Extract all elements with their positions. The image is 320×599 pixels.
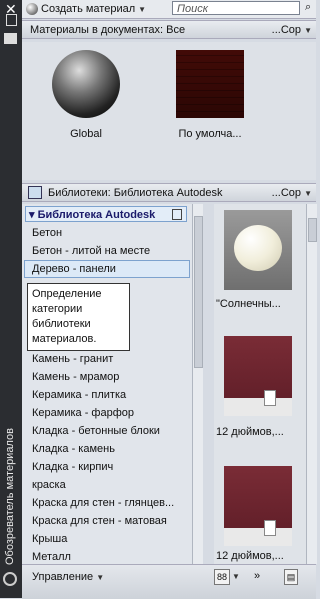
library-previews: "Солнечны... 12 дюймов,... 12 дюймов,... [214, 204, 306, 564]
manage-button[interactable]: Управление ▼ [32, 571, 104, 583]
panel-toggle-icon[interactable]: ▤ [284, 569, 298, 585]
sort-dropdown[interactable]: ...Сор ▼ [272, 24, 312, 36]
material-browser: Создать материал ▼ Поиск ⌕ Материалы в д… [22, 0, 317, 599]
material-preview[interactable] [224, 336, 292, 416]
swatch-label: По умолча... [178, 128, 242, 140]
floor-icon [224, 528, 292, 546]
category-item[interactable]: Краска для стен - матовая [32, 512, 167, 530]
material-swatch[interactable]: Global [40, 50, 132, 140]
brick-icon [176, 50, 244, 118]
preview-scrollbar[interactable] [306, 204, 317, 564]
documents-header-label: Материалы в документах: Все [30, 23, 186, 36]
preview-label: 12 дюймов,... [216, 426, 284, 438]
sort-dropdown[interactable]: ...Сор ▼ [272, 187, 312, 199]
category-item[interactable]: Бетон [32, 224, 62, 242]
scrollbar-thumb[interactable] [308, 218, 317, 242]
category-item[interactable]: Кладка - кирпич [32, 458, 113, 476]
more-button[interactable]: » [254, 570, 260, 582]
category-item[interactable]: Камень - мрамор [32, 368, 119, 386]
manage-label: Управление [32, 571, 94, 583]
documents-header[interactable]: Материалы в документах: Все ...Сор ▼ [22, 20, 316, 39]
grid-icon[interactable]: 88 [214, 569, 230, 585]
create-material-label: Создать материал [41, 3, 136, 15]
materials-icon [3, 572, 17, 586]
library-root-label: Библиотека Autodesk [37, 209, 156, 221]
chevron-down-icon[interactable]: ▼ [232, 572, 240, 581]
create-material-button[interactable]: Создать материал ▼ [26, 1, 146, 17]
lock-icon [172, 209, 182, 220]
libraries-header[interactable]: Библиотеки: Библиотека Autodesk ...Сор ▼ [22, 183, 316, 202]
category-item[interactable]: Керамика - фарфор [32, 404, 134, 422]
chair-icon [264, 520, 276, 536]
material-swatch[interactable]: По умолча... [164, 50, 256, 140]
floor-icon [224, 398, 292, 416]
preview-label: "Солнечны... [216, 298, 281, 310]
material-preview[interactable] [224, 466, 292, 546]
category-item[interactable]: Керамика - плитка [32, 386, 126, 404]
scrollbar-thumb[interactable] [194, 216, 203, 368]
library-tree: ▾ Библиотека Autodesk Бетон Бетон - лито… [22, 204, 192, 564]
libraries-header-label: Библиотеки: Библиотека Autodesk [48, 186, 223, 199]
sphere-icon [52, 50, 120, 118]
preview-label: 12 дюймов,... [216, 550, 284, 562]
properties-icon[interactable] [4, 33, 17, 44]
chevron-down-icon[interactable]: ▼ [96, 573, 104, 582]
tree-scrollbar[interactable] [192, 204, 203, 564]
collapse-icon[interactable]: ▾ [29, 209, 35, 221]
category-item[interactable]: Бетон - литой на месте [32, 242, 150, 260]
category-item[interactable]: Кладка - бетонные блоки [32, 422, 160, 440]
material-preview[interactable] [224, 210, 292, 290]
category-item-selected[interactable]: Дерево - панели [24, 260, 190, 278]
material-sphere-icon [26, 3, 38, 15]
category-item[interactable]: Камень - гранит [32, 350, 113, 368]
palette-title: Обозреватель материалов [4, 428, 16, 565]
library-root[interactable]: ▾ Библиотека Autodesk [25, 206, 187, 222]
category-item[interactable]: краска [32, 476, 66, 494]
document-materials-panel: Global По умолча... [22, 42, 316, 180]
footer-bar: Управление ▼ 88 ▼ » ▤ [22, 564, 316, 599]
category-item[interactable]: Крыша [32, 530, 67, 548]
toolbar: Создать материал ▼ Поиск ⌕ [22, 0, 316, 19]
palette-side-bar: ✕ Обозреватель материалов [0, 0, 22, 598]
chair-icon [264, 390, 276, 406]
autohide-icon[interactable] [6, 14, 17, 26]
vase-icon [234, 225, 282, 271]
swatch-label: Global [70, 128, 102, 140]
category-item[interactable]: Кладка - камень [32, 440, 115, 458]
category-item[interactable]: Краска для стен - глянцев... [32, 494, 174, 512]
tooltip: Определение категории библиотеки материа… [27, 283, 130, 351]
search-input[interactable]: Поиск [172, 1, 300, 15]
library-icon [28, 186, 42, 199]
search-icon[interactable]: ⌕ [305, 1, 311, 14]
chevron-down-icon[interactable]: ▼ [138, 5, 146, 14]
